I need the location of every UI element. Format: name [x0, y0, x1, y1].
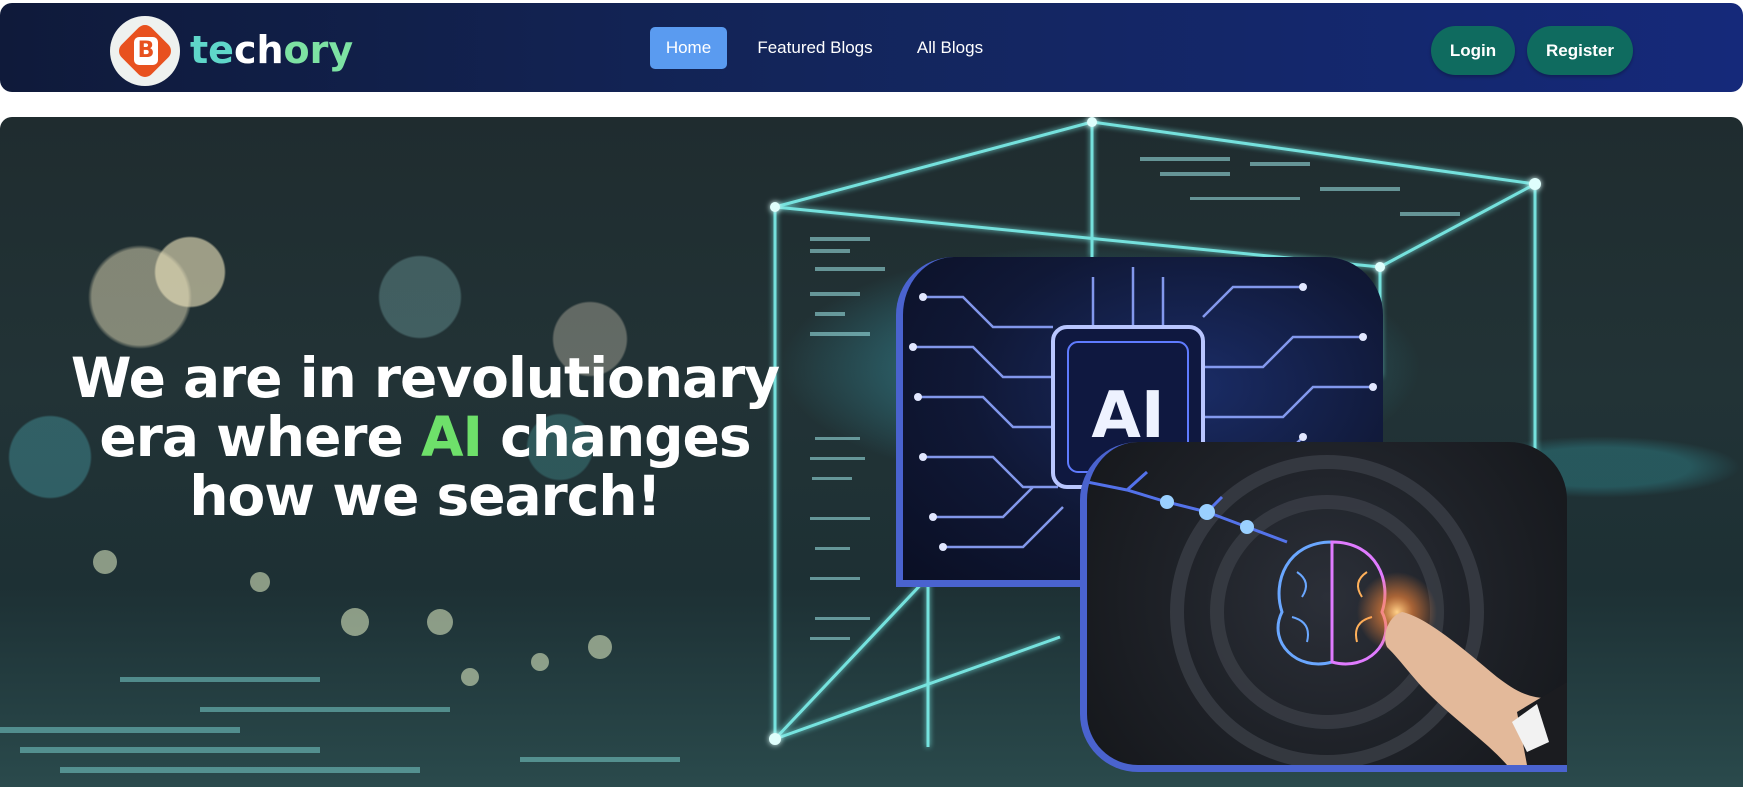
ai-brain-image	[1080, 442, 1567, 772]
hero-headline-highlight: AI	[420, 405, 483, 469]
brain-illustration	[1087, 455, 1567, 765]
nav-home-link[interactable]: Home	[650, 27, 727, 69]
register-button[interactable]: Register	[1527, 26, 1633, 75]
hero-headline-line3: how we search!	[189, 464, 661, 528]
logo[interactable]: B	[110, 16, 180, 86]
brand-name-part3: ory	[283, 28, 354, 72]
login-button[interactable]: Login	[1431, 26, 1515, 75]
hero-headline-line2-after: changes	[481, 405, 751, 469]
hero-headline-line2-before: era where	[99, 405, 421, 469]
brand-name[interactable]: techory	[190, 26, 353, 74]
hero-section: We are in revolutionary era where AI cha…	[0, 117, 1743, 787]
hero-headline-line2: era where AI changes	[70, 408, 780, 467]
nav-featured-blogs-link[interactable]: Featured Blogs	[745, 27, 885, 69]
navbar: B techory Home Featured Blogs All Blogs …	[0, 3, 1743, 92]
hero-headline-line1: We are in revolutionary	[70, 346, 780, 410]
brand-name-part2: ch	[233, 28, 284, 72]
logo-letter: B	[134, 37, 158, 65]
nav-all-blogs-link[interactable]: All Blogs	[900, 27, 1000, 69]
hero-headline: We are in revolutionary era where AI cha…	[70, 349, 780, 526]
brand-name-part1: te	[190, 28, 234, 72]
